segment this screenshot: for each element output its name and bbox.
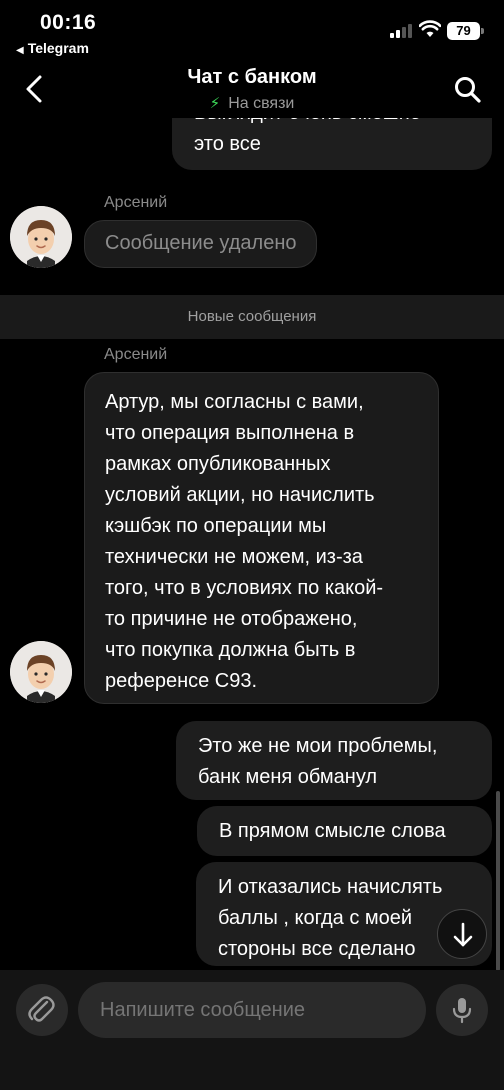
message-input[interactable] bbox=[78, 982, 426, 1038]
battery-tip bbox=[481, 28, 484, 34]
message-incoming[interactable]: Артур, мы согласны с вами, что операция … bbox=[84, 372, 439, 704]
wifi-icon bbox=[419, 20, 441, 37]
search-icon[interactable] bbox=[452, 74, 484, 106]
message-incoming-deleted[interactable]: Сообщение удалено bbox=[84, 220, 317, 268]
message-outgoing[interactable]: В прямом смысле слова bbox=[197, 806, 492, 856]
chat-title[interactable]: Чат с банком bbox=[0, 66, 504, 89]
chat-status: ⚡ На связи bbox=[0, 94, 504, 113]
attach-button[interactable] bbox=[16, 984, 68, 1036]
back-app-label: Telegram bbox=[27, 40, 89, 56]
paperclip-icon bbox=[28, 996, 55, 1022]
microphone-button[interactable] bbox=[436, 984, 488, 1036]
chat-status-label: На связи bbox=[228, 95, 295, 112]
message-list[interactable]: Выглядит очень смешно это все Арсений Со… bbox=[0, 118, 504, 970]
sender-name: Арсений bbox=[104, 346, 168, 363]
avatar[interactable] bbox=[10, 206, 72, 268]
scroll-down-button[interactable] bbox=[437, 909, 487, 959]
message-text: В прямом смысле слова bbox=[219, 820, 446, 842]
status-bar: 00:16 ◀ Telegram 79 bbox=[0, 0, 504, 62]
cellular-signal-icon bbox=[390, 24, 414, 38]
avatar-face-icon bbox=[10, 206, 72, 268]
battery-indicator: 79 bbox=[447, 22, 480, 40]
message-outgoing[interactable]: Выглядит очень смешно это все bbox=[172, 118, 492, 170]
message-text: Выглядит очень смешно это все bbox=[194, 118, 421, 155]
sender-name: Арсений bbox=[104, 194, 168, 211]
back-to-app-link[interactable]: ◀ Telegram bbox=[16, 40, 89, 56]
chat-header: Чат с банком ⚡ На связи bbox=[0, 62, 504, 118]
message-text: Сообщение удалено bbox=[105, 232, 297, 254]
avatar[interactable] bbox=[10, 641, 72, 703]
scrollbar[interactable] bbox=[496, 791, 500, 970]
back-triangle-icon: ◀ bbox=[16, 45, 24, 56]
microphone-icon bbox=[452, 998, 472, 1024]
message-outgoing[interactable]: Это же не мои проблемы, банк меня обману… bbox=[176, 721, 492, 800]
arrow-down-icon bbox=[453, 922, 473, 947]
message-text: Это же не мои проблемы, банк меня обману… bbox=[198, 735, 438, 788]
new-messages-divider: Новые сообщения bbox=[0, 295, 504, 339]
avatar-face-icon bbox=[10, 641, 72, 703]
lightning-icon: ⚡ bbox=[209, 95, 221, 112]
message-text: Артур, мы согласны с вами, что операция … bbox=[105, 391, 384, 692]
status-time: 00:16 bbox=[40, 11, 97, 34]
composer-bar bbox=[0, 970, 504, 1090]
